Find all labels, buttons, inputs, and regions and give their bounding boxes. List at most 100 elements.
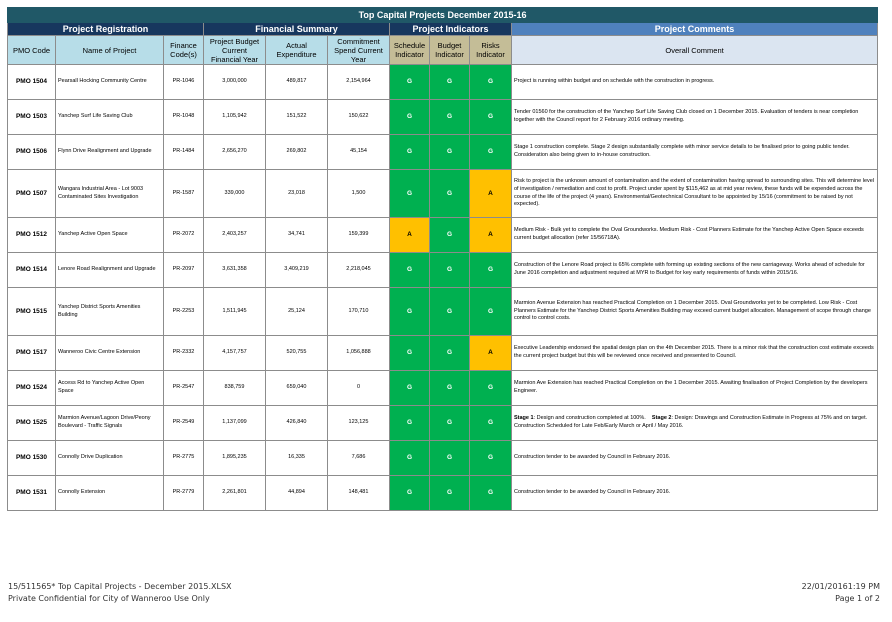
budget-cell: 1,105,942 — [203, 99, 266, 135]
table-row: PMO 1504 Pearsall Hocking Community Centr… — [7, 64, 879, 100]
budget-cell: 2,656,270 — [203, 134, 266, 170]
col-header-actual: Actual Expenditure — [265, 35, 328, 65]
project-name-cell: Pearsall Hocking Community Centre — [55, 64, 164, 100]
actual-expenditure-cell: 489,817 — [265, 64, 328, 100]
col-header-pmo-code: PMO Code — [7, 35, 56, 65]
risks-indicator-cell: G — [469, 440, 512, 476]
budget-indicator-cell: G — [429, 440, 470, 476]
risks-indicator-cell: A — [469, 335, 512, 371]
actual-expenditure-cell: 426,840 — [265, 405, 328, 441]
col-header-budget: Project Budget Current Financial Year — [203, 35, 266, 65]
budget-cell: 3,631,358 — [203, 252, 266, 288]
budget-indicator-cell: G — [429, 64, 470, 100]
actual-expenditure-cell: 3,409,219 — [265, 252, 328, 288]
table-row: PMO 1531 Connolly Extension PR-2779 2,261,8… — [7, 475, 879, 511]
budget-cell: 2,261,801 — [203, 475, 266, 511]
overall-comment-cell: Construction tender to be awarded by Cou… — [510, 440, 879, 476]
comment-stage-text: : Design and construction completed at 1… — [533, 415, 646, 422]
actual-expenditure-cell: 659,040 — [265, 370, 328, 406]
pmo-code-cell: PMO 1506 — [7, 134, 56, 170]
budget-indicator-cell: G — [429, 99, 470, 135]
overall-comment-cell: Project is running within budget and on … — [510, 64, 879, 100]
group-financial: Financial Summary — [203, 22, 390, 36]
schedule-indicator-cell: G — [389, 370, 430, 406]
group-registration: Project Registration — [7, 22, 204, 36]
actual-expenditure-cell: 23,018 — [265, 169, 328, 218]
pmo-code-cell: PMO 1530 — [7, 440, 56, 476]
table-row: PMO 1506 Flynn Drive Realignment and Upgr… — [7, 134, 879, 170]
risks-indicator-cell: G — [469, 287, 512, 336]
project-name-cell: Connolly Drive Duplication — [55, 440, 164, 476]
table-row: PMO 1514 Lenore Road Realignment and Upgr… — [7, 252, 879, 288]
commitment-cell: 159,399 — [327, 217, 390, 253]
footer-page: Page 1 of 2 — [835, 594, 880, 603]
finance-code-cell: PR-2775 — [163, 440, 204, 476]
commitment-cell: 150,622 — [327, 99, 390, 135]
finance-code-cell: PR-1484 — [163, 134, 204, 170]
pmo-code-cell: PMO 1515 — [7, 287, 56, 336]
footer-confidential: Private Confidential for City of Wannero… — [8, 594, 210, 603]
pmo-code-cell: PMO 1517 — [7, 335, 56, 371]
col-header-comment: Overall Comment — [510, 35, 879, 65]
schedule-indicator-cell: G — [389, 475, 430, 511]
schedule-indicator-cell: G — [389, 134, 430, 170]
group-comments: Project Comments — [510, 22, 879, 36]
project-spreadsheet: Top Capital Projects December 2015-16 Pr… — [6, 7, 879, 511]
budget-cell: 339,000 — [203, 169, 266, 218]
overall-comment-cell: Executive Leadership endorsed the spatia… — [510, 335, 879, 371]
risks-indicator-cell: G — [469, 475, 512, 511]
finance-code-cell: PR-1048 — [163, 99, 204, 135]
overall-comment-cell: Risk to project is the unknown amount of… — [510, 169, 879, 218]
finance-code-cell: PR-1587 — [163, 169, 204, 218]
overall-comment-cell: Marmion Ave Extension has reached Practi… — [510, 370, 879, 406]
budget-indicator-cell: G — [429, 335, 470, 371]
commitment-cell: 2,218,045 — [327, 252, 390, 288]
budget-cell: 4,157,757 — [203, 335, 266, 371]
finance-code-cell: PR-2779 — [163, 475, 204, 511]
budget-cell: 1,895,235 — [203, 440, 266, 476]
budget-indicator-cell: G — [429, 252, 470, 288]
overall-comment-cell: Stage 1 construction complete. Stage 2 d… — [510, 134, 879, 170]
schedule-indicator-cell: A — [389, 217, 430, 253]
footer-datetime: 22/01/20161:19 PM — [801, 582, 880, 591]
commitment-cell: 170,710 — [327, 287, 390, 336]
risks-indicator-cell: A — [469, 217, 512, 253]
project-name-cell: Wangara Industrial Area - Lot 9003 Conta… — [55, 169, 164, 218]
actual-expenditure-cell: 269,802 — [265, 134, 328, 170]
project-name-cell: Yanchep District Sports Amenities Buildi… — [55, 287, 164, 336]
project-name-cell: Wanneroo Civic Centre Extension — [55, 335, 164, 371]
pmo-code-cell: PMO 1531 — [7, 475, 56, 511]
pmo-code-cell: PMO 1504 — [7, 64, 56, 100]
actual-expenditure-cell: 44,894 — [265, 475, 328, 511]
budget-cell: 2,403,257 — [203, 217, 266, 253]
overall-comment-cell: Construction tender to be awarded by Cou… — [510, 475, 879, 511]
commitment-cell: 2,154,964 — [327, 64, 390, 100]
actual-expenditure-cell: 25,124 — [265, 287, 328, 336]
projects-table: Top Capital Projects December 2015-16 Pr… — [6, 7, 879, 511]
risks-indicator-cell: G — [469, 370, 512, 406]
budget-indicator-cell: G — [429, 475, 470, 511]
budget-indicator-cell: G — [429, 287, 470, 336]
budget-cell: 838,759 — [203, 370, 266, 406]
schedule-indicator-cell: G — [389, 169, 430, 218]
finance-code-cell: PR-2549 — [163, 405, 204, 441]
commitment-cell: 45,154 — [327, 134, 390, 170]
commitment-cell: 1,056,888 — [327, 335, 390, 371]
group-indicators: Project Indicators — [389, 22, 512, 36]
risks-indicator-cell: G — [469, 64, 512, 100]
project-name-cell: Access Rd to Yanchep Active Open Space — [55, 370, 164, 406]
schedule-indicator-cell: G — [389, 405, 430, 441]
table-row: PMO 1525 Marmion Avenue/Lagoon Drive/Peon… — [7, 405, 879, 441]
table-row: PMO 1517 Wanneroo Civic Centre Extension P… — [7, 335, 879, 371]
finance-code-cell: PR-2097 — [163, 252, 204, 288]
table-row: PMO 1524 Access Rd to Yanchep Active Open… — [7, 370, 879, 406]
risks-indicator-cell: G — [469, 99, 512, 135]
project-name-cell: Flynn Drive Realignment and Upgrade — [55, 134, 164, 170]
schedule-indicator-cell: G — [389, 64, 430, 100]
col-header-budget-indicator: Budget Indicator — [429, 35, 470, 65]
schedule-indicator-cell: G — [389, 287, 430, 336]
risks-indicator-cell: G — [469, 252, 512, 288]
footer-file: 15/511565* Top Capital Projects - Decemb… — [8, 582, 232, 591]
pmo-code-cell: PMO 1503 — [7, 99, 56, 135]
commitment-cell: 1,500 — [327, 169, 390, 218]
